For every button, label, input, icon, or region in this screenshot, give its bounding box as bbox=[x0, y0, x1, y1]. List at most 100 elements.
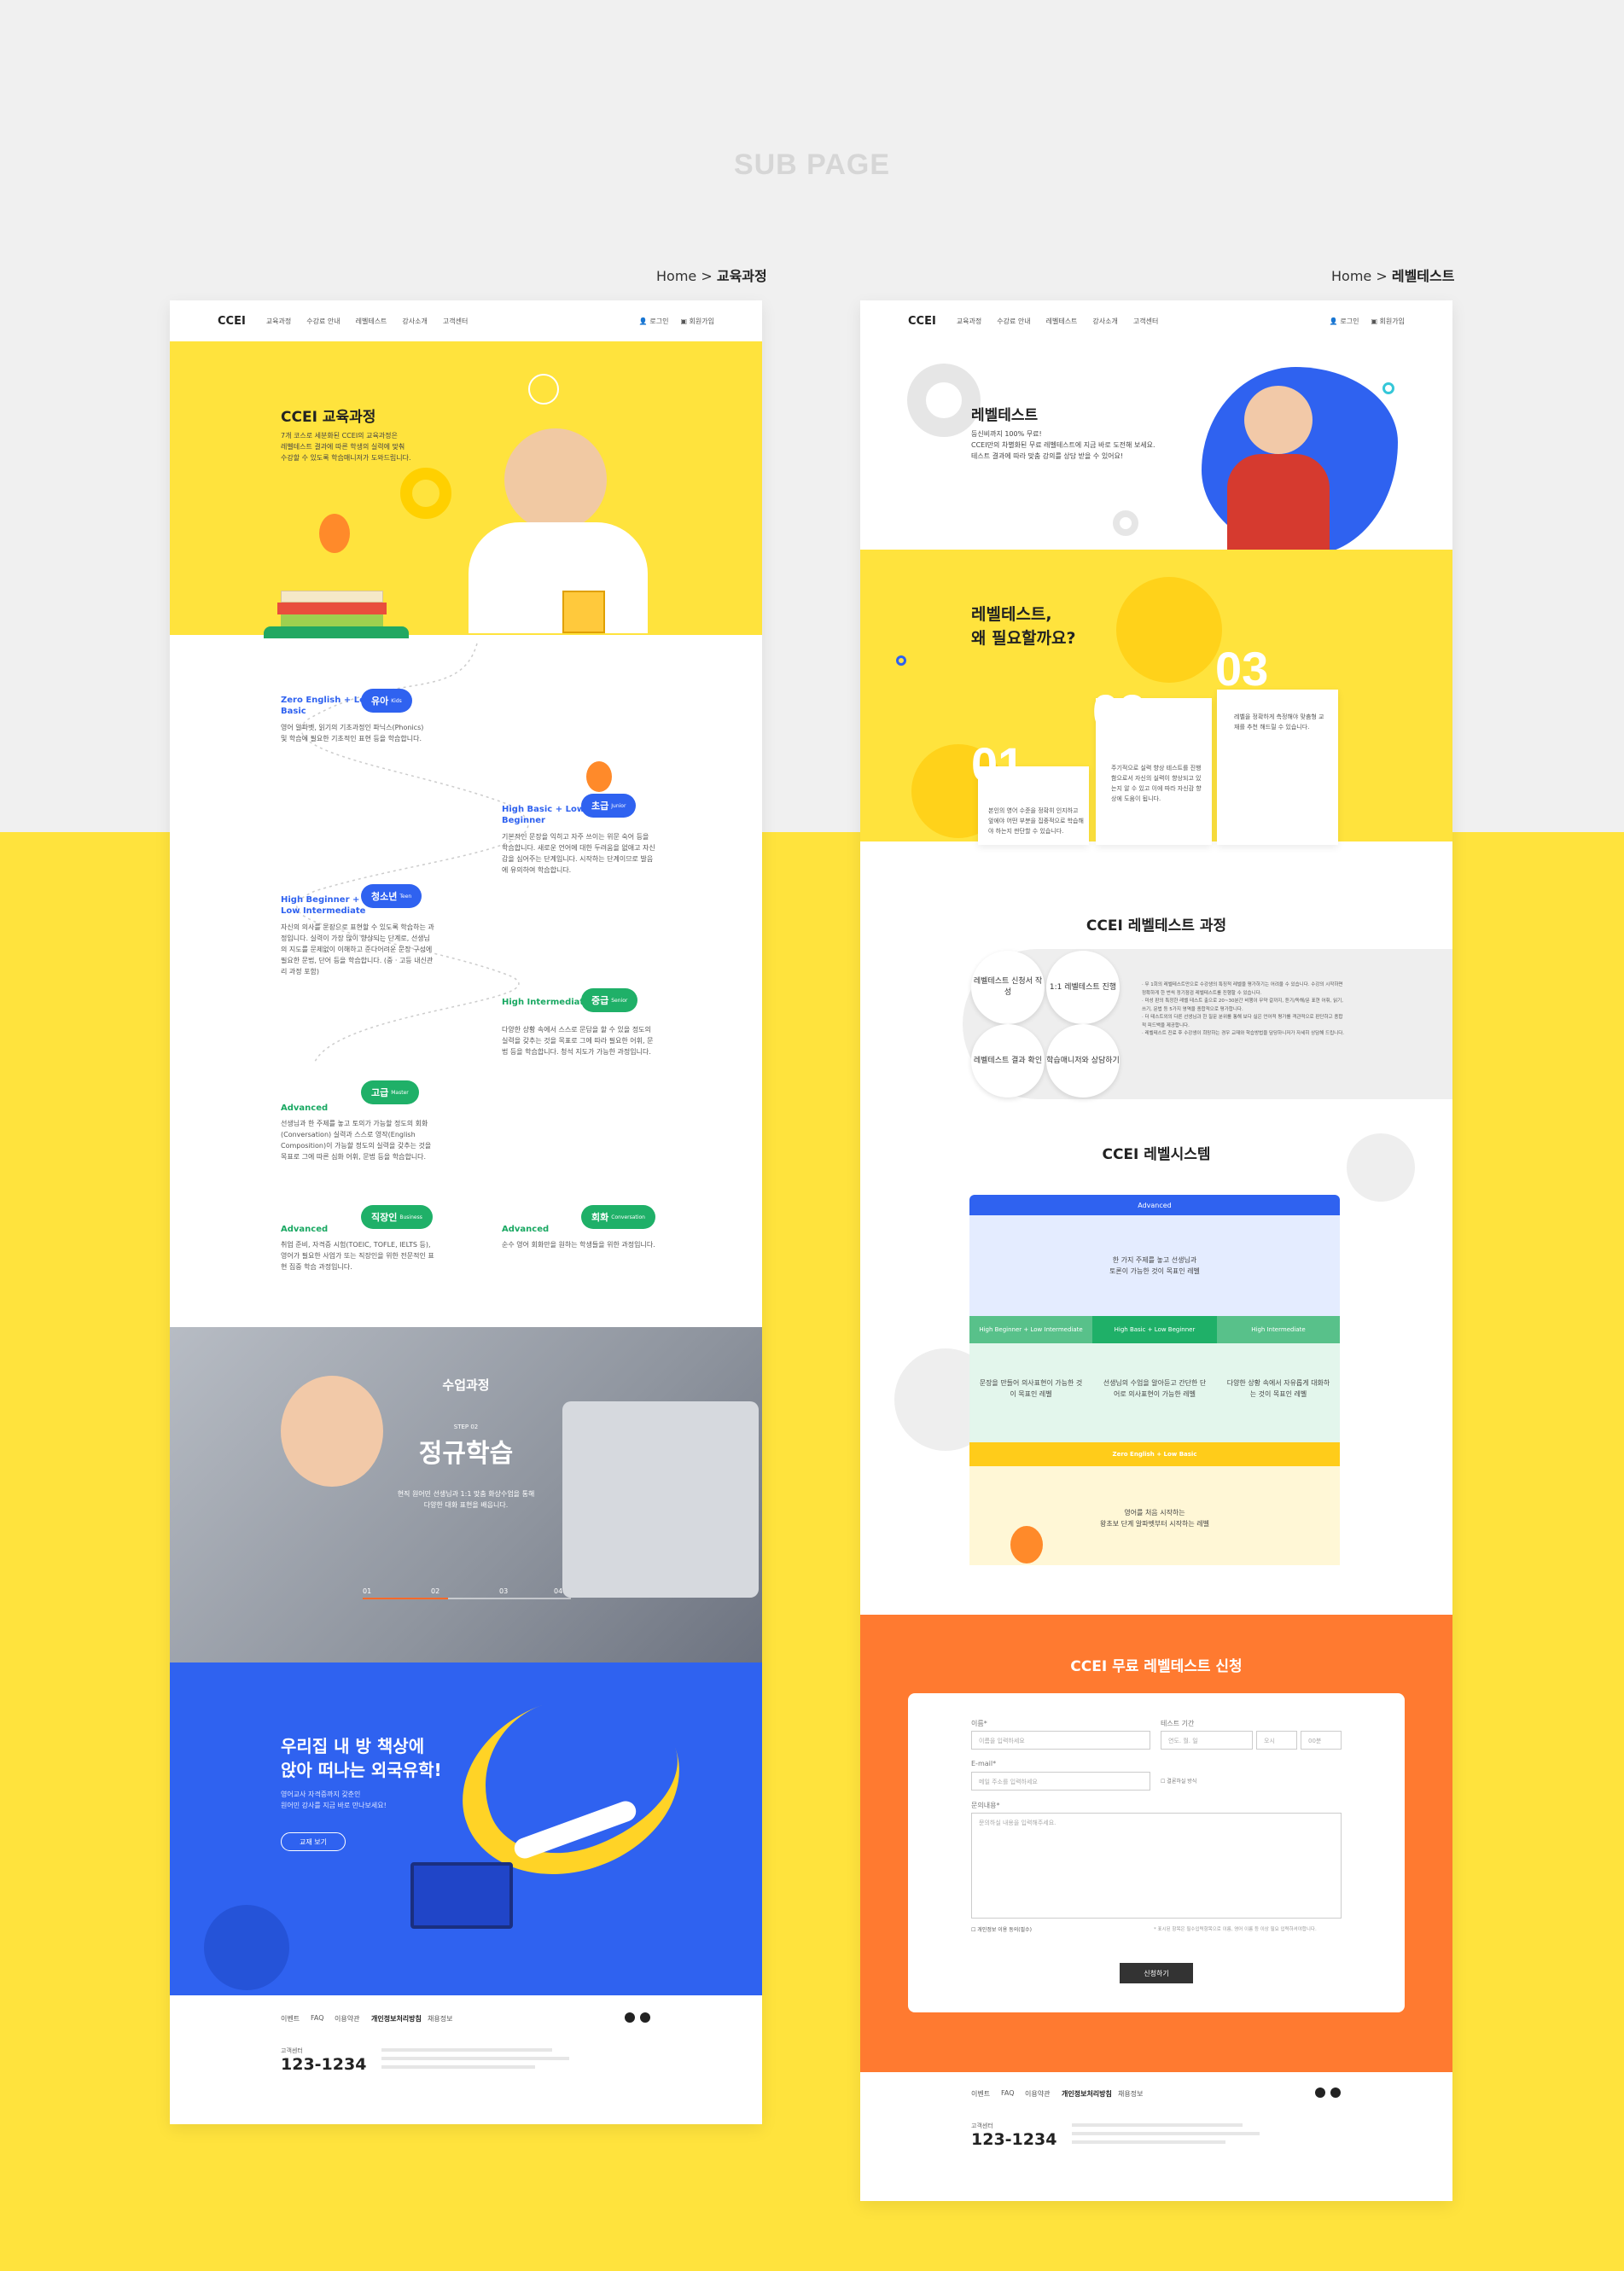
course-title-master: Advanced bbox=[281, 1103, 329, 1113]
nav-item-leveltest[interactable]: 레벨테스트 bbox=[1046, 317, 1078, 326]
decor-ring bbox=[1113, 510, 1138, 536]
system-tab-center: High Basic + Low Beginner bbox=[1092, 1316, 1217, 1343]
top-nav: CCEI 교육과정 수강료 안내 레벨테스트 강사소개 고객센터 👤 로그인 ▣… bbox=[860, 300, 1452, 341]
footer-link-faq[interactable]: FAQ bbox=[311, 2014, 324, 2022]
system-mid-desc-1: 문장을 만들어 의사표현이 가능한 것이 목표인 레벨 bbox=[979, 1379, 1083, 1398]
instagram-icon[interactable] bbox=[640, 2012, 650, 2023]
boy-photo-body bbox=[469, 522, 648, 633]
nav-item-support[interactable]: 고객센터 bbox=[443, 317, 468, 326]
footer-link-terms[interactable]: 이용약관 bbox=[335, 2014, 359, 2024]
system-bottom-header: Zero English + Low Basic bbox=[969, 1442, 1340, 1466]
badge-conversation: 회화 Conversation bbox=[581, 1205, 655, 1229]
nav-item-teachers[interactable]: 강사소개 bbox=[402, 317, 427, 326]
logo[interactable]: CCEI bbox=[908, 315, 936, 328]
process-step-3: 레벨테스트 결과 확인 bbox=[971, 1024, 1045, 1098]
name-label: 이름* bbox=[971, 1720, 987, 1727]
system-top-header: Advanced bbox=[969, 1195, 1340, 1215]
footer-info-line bbox=[381, 2065, 535, 2069]
login-link[interactable]: 👤 로그인 bbox=[1330, 317, 1359, 326]
date-input[interactable]: 연도. 월. 일 bbox=[1161, 1731, 1253, 1750]
footer-info-line bbox=[1072, 2123, 1243, 2127]
minute-select[interactable]: 00분 bbox=[1301, 1731, 1342, 1750]
footer-link-privacy[interactable]: 개인정보처리방침 bbox=[371, 2014, 422, 2024]
curriculum-page-mockup: CCEI 교육과정 수강료 안내 레벨테스트 강사소개 고객센터 👤 로그인 ▣… bbox=[170, 300, 762, 2124]
decor-circle bbox=[1116, 577, 1222, 683]
process-title: CCEI 레벨테스트 과정 bbox=[1086, 917, 1227, 935]
why-title: 레벨테스트, 왜 필요할까요? bbox=[971, 605, 1076, 648]
fox-mascot-icon bbox=[586, 761, 612, 792]
video-step-track bbox=[363, 1598, 571, 1599]
form-title: CCEI 무료 레벨테스트 신청 bbox=[1070, 1658, 1243, 1675]
footer-link-faq[interactable]: FAQ bbox=[1001, 2089, 1015, 2097]
join-link[interactable]: ▣ 회원가입 bbox=[1371, 317, 1405, 326]
breadcrumb-left: Home > 교육과정 bbox=[656, 268, 767, 284]
decor-dot bbox=[896, 655, 906, 666]
consult-checkbox[interactable]: ☐ 결론하실 방식 bbox=[1161, 1777, 1196, 1785]
footer-link-privacy[interactable]: 개인정보처리방침 bbox=[1062, 2089, 1112, 2099]
email-input[interactable]: 메일 주소를 입력하세요 bbox=[971, 1772, 1150, 1791]
nav-item-curriculum[interactable]: 교육과정 bbox=[266, 317, 291, 326]
badge-senior: 중급 Senior bbox=[581, 988, 638, 1012]
fox-mascot-icon bbox=[1010, 1526, 1043, 1563]
system-top-desc: 한 가지 주제를 놓고 선생님과 토론이 가능한 것이 목표인 레벨 bbox=[1109, 1256, 1200, 1275]
textbook-button[interactable]: 교재 보기 bbox=[281, 1832, 346, 1851]
course-desc-kids: 영어 알파벳, 읽기의 기초과정인 파닉스(Phonics) 및 학습에 필요한… bbox=[281, 724, 424, 742]
facebook-icon[interactable] bbox=[1315, 2088, 1325, 2098]
login-link[interactable]: 👤 로그인 bbox=[639, 317, 669, 326]
decor-circle bbox=[1347, 1133, 1415, 1202]
boy-photo-head bbox=[504, 428, 607, 531]
footer-link-event[interactable]: 이벤트 bbox=[971, 2089, 990, 2099]
system-tab-left: High Beginner + Low Intermediate bbox=[969, 1316, 1092, 1343]
why-number-2: 02 bbox=[1092, 684, 1146, 738]
course-desc-teen: 자신의 의사를 문장으로 표현할 수 있도록 학습하는 과정입니다. 실력이 가… bbox=[281, 923, 434, 975]
badge-kids: 유아 Kids bbox=[361, 689, 412, 713]
content-textarea[interactable]: 문의하실 내용을 입력해주세요. bbox=[971, 1813, 1342, 1919]
nav-item-teachers[interactable]: 강사소개 bbox=[1092, 317, 1117, 326]
course-title-business: Advanced bbox=[281, 1225, 329, 1234]
footer-label: 고객센터 bbox=[971, 2123, 993, 2129]
hero-desc: 7개 코스로 세분화된 CCEI의 교육과정은 레벨테스트 결과에 따른 학생의 … bbox=[281, 432, 411, 462]
video-step-2[interactable]: 02 bbox=[431, 1587, 439, 1595]
email-label: E-mail* bbox=[971, 1760, 997, 1767]
page-heading: SUB PAGE bbox=[733, 148, 891, 181]
hero-title: CCEI 교육과정 bbox=[281, 409, 376, 426]
submit-button[interactable]: 신청하기 bbox=[1120, 1963, 1193, 1983]
promo-title: 우리집 내 방 책상에 앉아 떠나는 외국유학! bbox=[281, 1736, 442, 1780]
form-note: * 표시된 항목은 필수입력항목으로 이름, 영어 이름 등 이상 필요 입력하… bbox=[1154, 1927, 1317, 1932]
nav-item-support[interactable]: 고객센터 bbox=[1133, 317, 1158, 326]
video-step-1[interactable]: 01 bbox=[363, 1587, 371, 1595]
footer-link-jobs[interactable]: 채용정보 bbox=[1118, 2089, 1143, 2099]
nav-item-fee[interactable]: 수강료 안내 bbox=[306, 317, 340, 326]
course-desc-business: 취업 준비, 자격증 시험(TOEIC, TOFLE, IELTS 등), 영어… bbox=[281, 1241, 434, 1271]
decor-dot bbox=[1382, 382, 1394, 394]
why-number-1: 01 bbox=[971, 737, 1025, 791]
footer-info-line bbox=[1072, 2140, 1225, 2144]
girl-photo-head bbox=[1244, 386, 1313, 454]
logo[interactable]: CCEI bbox=[218, 315, 246, 328]
course-desc-senior: 다양한 상황 속에서 스스로 문답을 할 수 있을 정도의 실력을 갖추는 것을… bbox=[502, 1026, 654, 1056]
footer bbox=[860, 2072, 1452, 2201]
badge-master: 고급 Master bbox=[361, 1080, 419, 1104]
date-label: 테스트 기간 bbox=[1161, 1720, 1195, 1727]
facebook-icon[interactable] bbox=[625, 2012, 635, 2023]
monitor-illustration bbox=[410, 1862, 513, 1929]
instagram-icon[interactable] bbox=[1330, 2088, 1341, 2098]
hour-select[interactable]: 오시 bbox=[1256, 1731, 1297, 1750]
name-input[interactable]: 이름을 입력하세요 bbox=[971, 1731, 1150, 1750]
process-notes: · 무 1회의 레벨테스트만으로 수강생의 특징적 레벨을 평가하기는 어려울 … bbox=[1142, 982, 1344, 1036]
decor-ring bbox=[907, 364, 981, 437]
course-desc-conversation: 순수 영어 회화만을 원하는 학생들을 위한 과정입니다. bbox=[502, 1241, 655, 1249]
video-step-4[interactable]: 04 bbox=[554, 1587, 562, 1595]
agree-checkbox[interactable]: ☐ 개인정보 이용 동의(필수) bbox=[971, 1925, 1032, 1933]
books-illustration bbox=[264, 556, 409, 638]
footer-link-jobs[interactable]: 채용정보 bbox=[428, 2014, 452, 2024]
nav-item-fee[interactable]: 수강료 안내 bbox=[997, 317, 1030, 326]
footer-label: 고객센터 bbox=[281, 2047, 303, 2054]
join-link[interactable]: ▣ 회원가입 bbox=[680, 317, 714, 326]
nav-item-curriculum[interactable]: 교육과정 bbox=[957, 317, 981, 326]
footer-link-event[interactable]: 이벤트 bbox=[281, 2014, 300, 2024]
nav-item-leveltest[interactable]: 레벨테스트 bbox=[356, 317, 387, 326]
video-step-3[interactable]: 03 bbox=[499, 1587, 508, 1595]
footer-link-terms[interactable]: 이용약관 bbox=[1025, 2089, 1050, 2099]
course-dotted-path bbox=[296, 643, 529, 1063]
